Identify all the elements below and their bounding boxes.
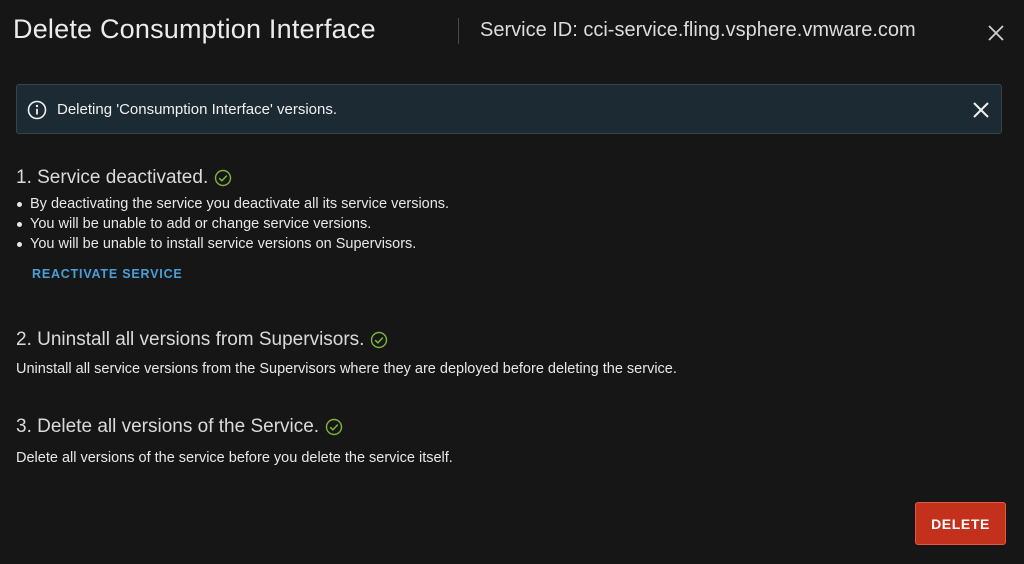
service-id-label: Service ID: cci-service.fling.vsphere.vm… <box>480 19 916 41</box>
dialog-header: Delete Consumption Interface Service ID:… <box>0 0 1024 64</box>
delete-button[interactable]: DELETE <box>915 502 1006 545</box>
header-divider <box>458 18 459 44</box>
check-circle-icon <box>325 418 343 436</box>
alert-message: Deleting 'Consumption Interface' version… <box>57 101 338 118</box>
close-icon[interactable] <box>971 100 991 120</box>
delete-consumption-interface-dialog: Delete Consumption Interface Service ID:… <box>0 0 1024 564</box>
list-item: You will be unable to add or change serv… <box>16 214 449 234</box>
step-2-title: 2. Uninstall all versions from Superviso… <box>16 329 365 350</box>
close-icon[interactable] <box>986 23 1006 43</box>
list-item: By deactivating the service you deactiva… <box>16 194 449 214</box>
check-circle-icon <box>214 169 232 187</box>
step-2-heading: 2. Uninstall all versions from Superviso… <box>16 329 388 351</box>
step-1-title: 1. Service deactivated. <box>16 167 209 188</box>
step-1-heading: 1. Service deactivated. <box>16 167 232 189</box>
info-alert: Deleting 'Consumption Interface' version… <box>16 84 1002 134</box>
reactivate-service-button[interactable]: REACTIVATE SERVICE <box>32 267 183 281</box>
check-circle-icon <box>370 331 388 349</box>
info-icon <box>27 100 47 120</box>
step-3-heading: 3. Delete all versions of the Service. <box>16 416 343 438</box>
step-3-description: Delete all versions of the service befor… <box>16 450 453 466</box>
step-1-bullet-list: By deactivating the service you deactiva… <box>16 194 449 254</box>
dialog-title: Delete Consumption Interface <box>13 14 376 44</box>
step-3-title: 3. Delete all versions of the Service. <box>16 416 320 437</box>
step-2-description: Uninstall all service versions from the … <box>16 361 677 377</box>
list-item: You will be unable to install service ve… <box>16 234 449 254</box>
